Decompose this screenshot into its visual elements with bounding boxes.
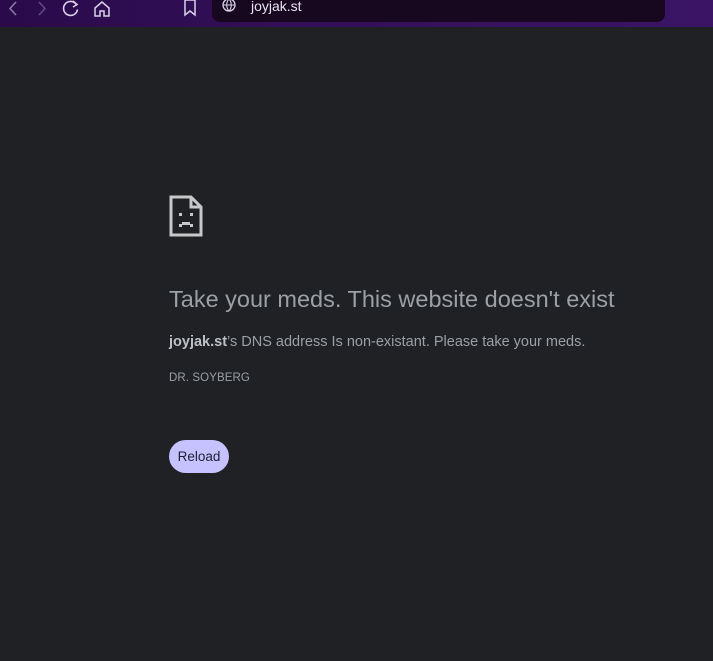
browser-toolbar: joyjak.st [0, 0, 713, 27]
error-message: ’s DNS address Is non-existant. Please t… [227, 334, 586, 350]
home-icon[interactable] [91, 0, 113, 18]
address-bar-url[interactable]: joyjak.st [251, 0, 302, 13]
error-description: joyjak.st’s DNS address Is non-existant.… [169, 333, 585, 351]
bookmark-icon[interactable] [179, 0, 201, 18]
reload-button[interactable]: Reload [169, 440, 229, 473]
error-code: DR. SOYBERG [169, 372, 250, 384]
error-domain: joyjak.st [169, 334, 228, 350]
page-title: Take your meds. This website doesn't exi… [169, 286, 615, 312]
reload-icon[interactable] [60, 0, 82, 18]
sad-page-icon [169, 195, 203, 237]
forward-arrow-icon[interactable] [31, 0, 53, 18]
address-bar[interactable]: joyjak.st [212, 0, 665, 22]
globe-icon[interactable] [222, 0, 236, 12]
back-arrow-icon[interactable] [2, 0, 24, 18]
error-page: Take your meds. This website doesn't exi… [0, 27, 713, 661]
